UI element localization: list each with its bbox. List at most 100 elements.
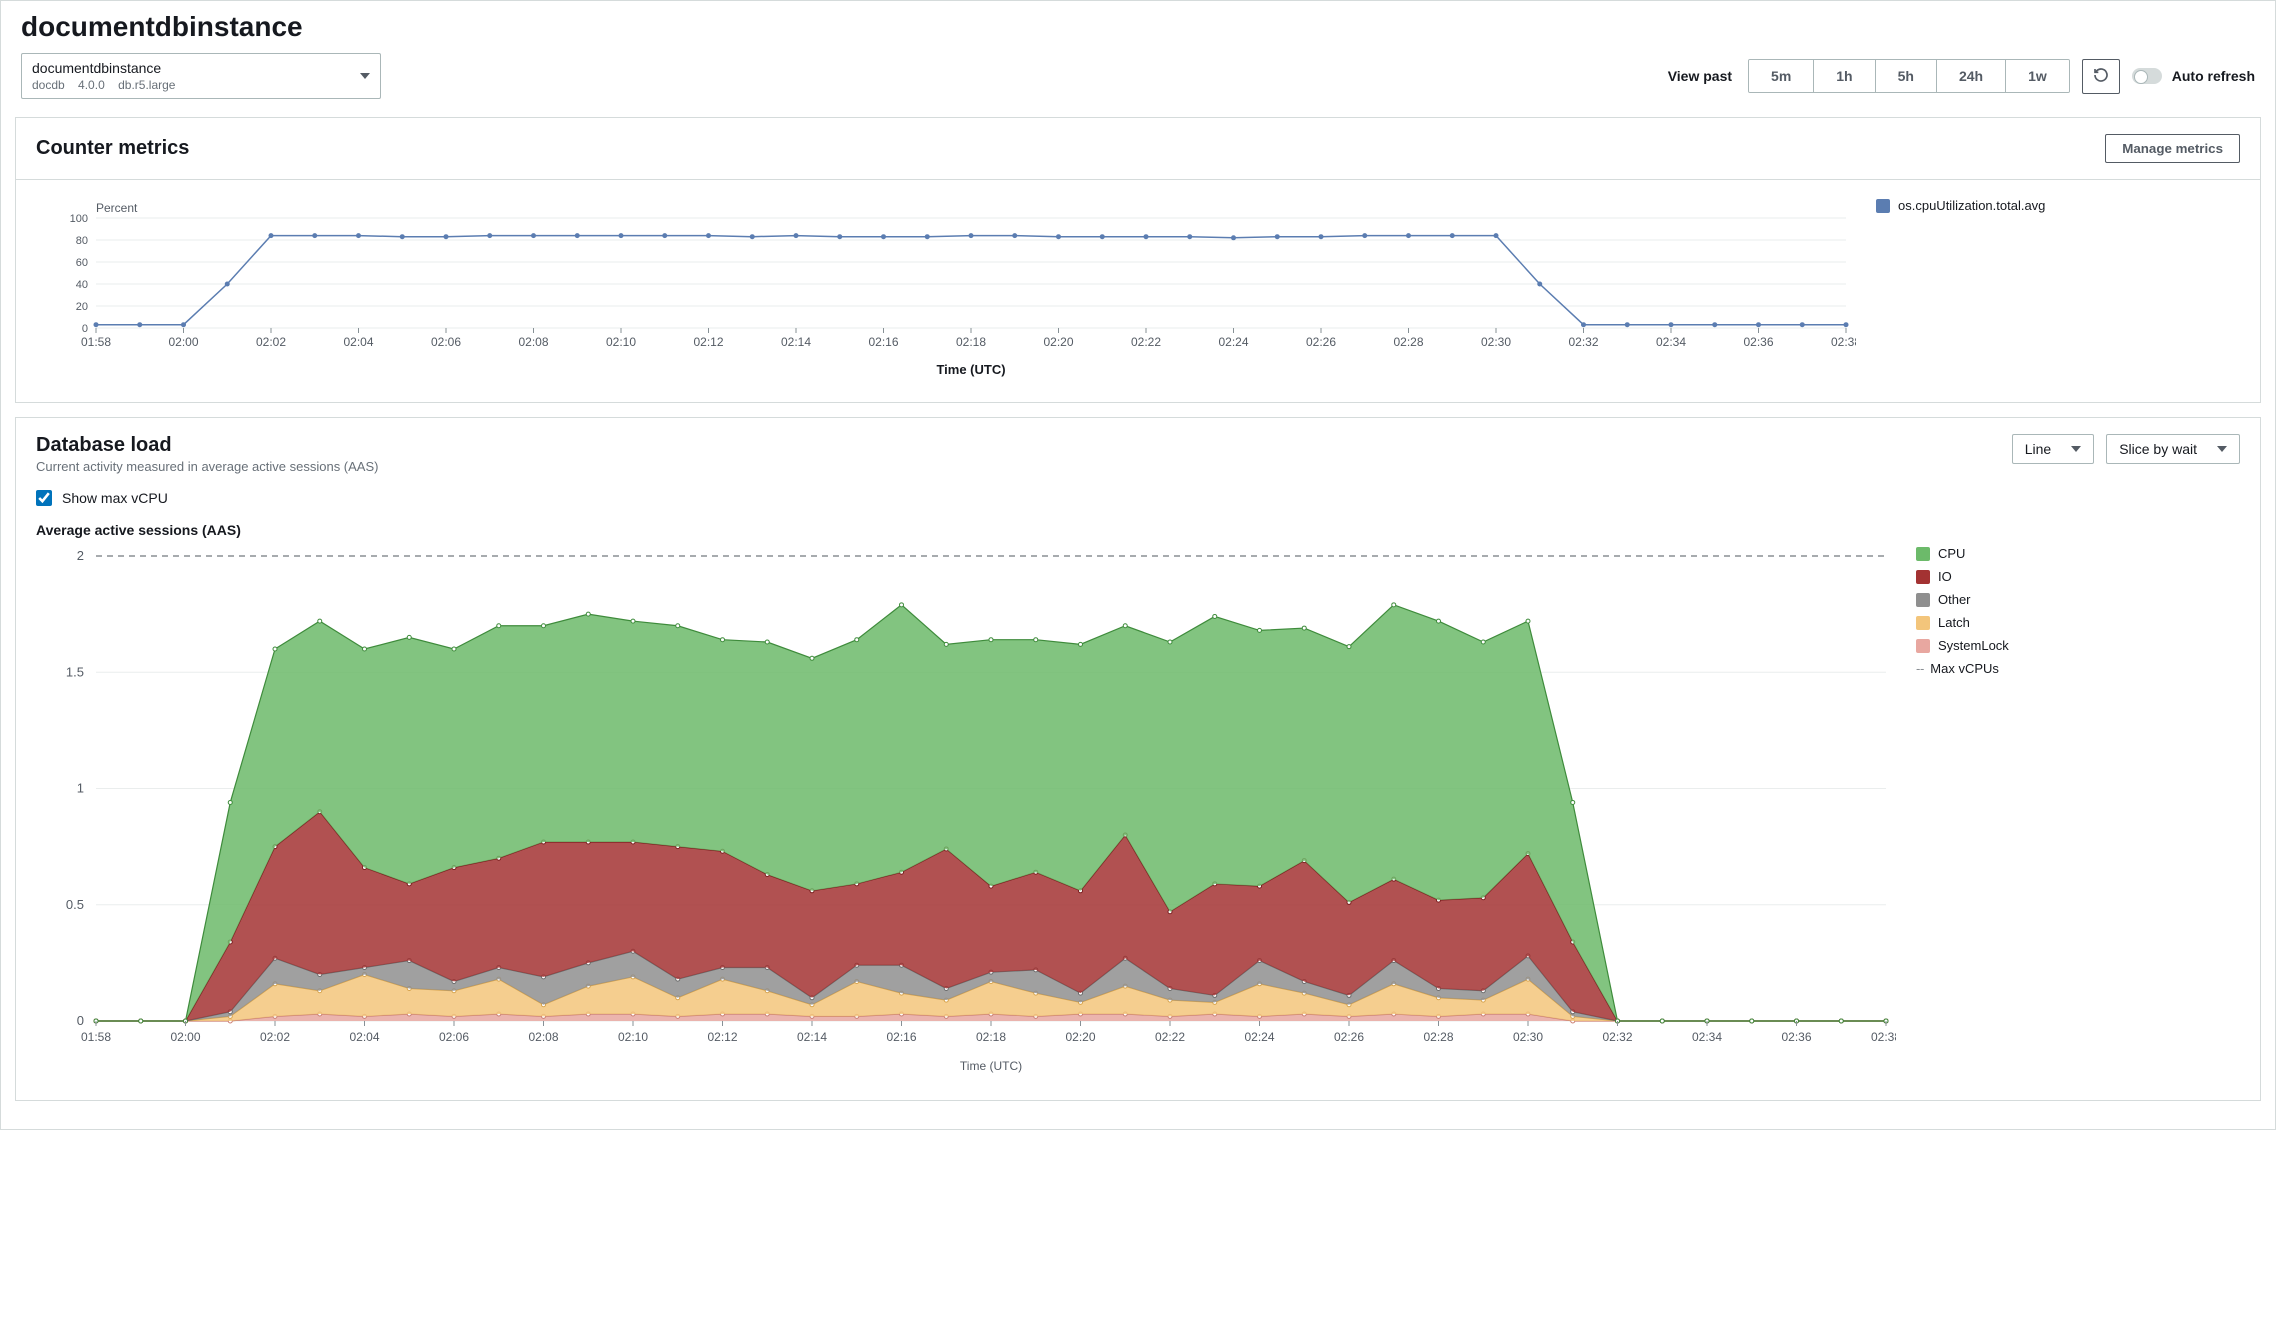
legend-label: Latch [1938, 615, 1970, 630]
chart-type-select[interactable]: Line [2012, 434, 2094, 464]
svg-text:02:26: 02:26 [1306, 335, 1336, 349]
svg-text:01:58: 01:58 [81, 335, 111, 349]
svg-text:1: 1 [77, 781, 84, 796]
svg-text:02:36: 02:36 [1781, 1030, 1811, 1044]
database-load-panel: Database load Current activity measured … [15, 417, 2261, 1101]
refresh-icon [2093, 67, 2109, 83]
svg-text:02:18: 02:18 [956, 335, 986, 349]
chevron-down-icon [2217, 446, 2227, 452]
svg-text:02:30: 02:30 [1481, 335, 1511, 349]
legend-swatch [1916, 616, 1930, 630]
chart-type-value: Line [2025, 441, 2051, 457]
svg-text:02:12: 02:12 [693, 335, 723, 349]
view-past-1h[interactable]: 1h [1814, 60, 1875, 92]
svg-text:02:08: 02:08 [518, 335, 548, 349]
legend-swatch [1916, 547, 1930, 561]
svg-text:02:32: 02:32 [1602, 1030, 1632, 1044]
svg-text:0: 0 [77, 1013, 84, 1028]
svg-text:02:38: 02:38 [1831, 335, 1856, 349]
instance-name: documentdbinstance [32, 60, 175, 76]
auto-refresh-toggle[interactable] [2132, 68, 2162, 84]
database-load-chart: 00.511.5201:5802:0002:0202:0402:0602:080… [36, 546, 1896, 1076]
legend-systemlock[interactable]: SystemLock [1916, 638, 2009, 653]
legend-label: os.cpuUtilization.total.avg [1898, 198, 2045, 213]
svg-text:02:38: 02:38 [1871, 1030, 1896, 1044]
legend-swatch [1916, 593, 1930, 607]
legend-cpu[interactable]: CPU [1916, 546, 2009, 561]
svg-text:02:28: 02:28 [1423, 1030, 1453, 1044]
svg-text:Time (UTC): Time (UTC) [960, 1059, 1022, 1073]
svg-text:02:04: 02:04 [343, 335, 373, 349]
svg-text:02:30: 02:30 [1513, 1030, 1543, 1044]
legend-label: SystemLock [1938, 638, 2009, 653]
legend-latch[interactable]: Latch [1916, 615, 2009, 630]
slice-by-select[interactable]: Slice by wait [2106, 434, 2240, 464]
svg-text:02:24: 02:24 [1244, 1030, 1274, 1044]
svg-text:0: 0 [82, 323, 88, 335]
legend-swatch [1876, 199, 1890, 213]
svg-text:02:36: 02:36 [1743, 335, 1773, 349]
svg-text:40: 40 [76, 279, 88, 291]
view-past-5h[interactable]: 5h [1876, 60, 1937, 92]
legend-maxvcpus[interactable]: - - Max vCPUs [1916, 661, 2009, 676]
view-past-label: View past [1668, 68, 1732, 84]
dash-icon: - - [1916, 661, 1922, 676]
page-title: documentdbinstance [21, 11, 2255, 43]
show-max-vcpu-label: Show max vCPU [62, 490, 168, 506]
svg-text:02:08: 02:08 [528, 1030, 558, 1044]
svg-text:01:58: 01:58 [81, 1030, 111, 1044]
svg-text:02:34: 02:34 [1692, 1030, 1722, 1044]
svg-text:20: 20 [76, 301, 88, 313]
svg-text:80: 80 [76, 235, 88, 247]
svg-text:02:28: 02:28 [1393, 335, 1423, 349]
view-past-group: 5m 1h 5h 24h 1w [1748, 59, 2070, 93]
legend-label: IO [1938, 569, 1952, 584]
instance-version: 4.0.0 [78, 78, 105, 92]
svg-text:60: 60 [76, 257, 88, 269]
svg-text:02:20: 02:20 [1043, 335, 1073, 349]
legend-swatch [1916, 639, 1930, 653]
svg-text:02:00: 02:00 [170, 1030, 200, 1044]
view-past-5m[interactable]: 5m [1749, 60, 1814, 92]
instance-selector[interactable]: documentdbinstance docdb 4.0.0 db.r5.lar… [21, 53, 381, 99]
manage-metrics-button[interactable]: Manage metrics [2105, 134, 2240, 163]
svg-text:02:04: 02:04 [349, 1030, 379, 1044]
view-past-24h[interactable]: 24h [1937, 60, 2006, 92]
legend-label: CPU [1938, 546, 1965, 561]
svg-text:02:02: 02:02 [256, 335, 286, 349]
legend-label: Other [1938, 592, 1971, 607]
svg-text:02:34: 02:34 [1656, 335, 1686, 349]
legend-io[interactable]: IO [1916, 569, 2009, 584]
show-max-vcpu-checkbox[interactable] [36, 490, 52, 506]
counter-metrics-title: Counter metrics [36, 137, 189, 160]
svg-text:02:12: 02:12 [707, 1030, 737, 1044]
legend-other[interactable]: Other [1916, 592, 2009, 607]
counter-metrics-chart: Percent02040608010001:5802:0002:0202:040… [36, 198, 1856, 378]
svg-text:02:22: 02:22 [1131, 335, 1161, 349]
instance-class: db.r5.large [118, 78, 175, 92]
svg-text:02:10: 02:10 [606, 335, 636, 349]
svg-text:Percent: Percent [96, 201, 138, 215]
svg-text:02:16: 02:16 [886, 1030, 916, 1044]
database-load-title: Database load [36, 434, 378, 457]
svg-text:02:14: 02:14 [781, 335, 811, 349]
svg-text:02:22: 02:22 [1155, 1030, 1185, 1044]
legend-label: Max vCPUs [1930, 661, 1999, 676]
svg-text:02:14: 02:14 [797, 1030, 827, 1044]
slice-by-value: Slice by wait [2119, 441, 2197, 457]
svg-text:02:00: 02:00 [168, 335, 198, 349]
legend-cpu-util[interactable]: os.cpuUtilization.total.avg [1876, 198, 2045, 213]
view-past-1w[interactable]: 1w [2006, 60, 2069, 92]
auto-refresh-label: Auto refresh [2172, 68, 2255, 84]
svg-text:02:16: 02:16 [868, 335, 898, 349]
svg-text:02:32: 02:32 [1568, 335, 1598, 349]
svg-text:Time (UTC): Time (UTC) [936, 362, 1005, 377]
legend-swatch [1916, 570, 1930, 584]
svg-text:02:18: 02:18 [976, 1030, 1006, 1044]
instance-engine: docdb [32, 78, 65, 92]
refresh-button[interactable] [2082, 59, 2120, 94]
svg-text:02:06: 02:06 [431, 335, 461, 349]
svg-text:02:20: 02:20 [1065, 1030, 1095, 1044]
chevron-down-icon [360, 73, 370, 79]
svg-text:02:24: 02:24 [1218, 335, 1248, 349]
